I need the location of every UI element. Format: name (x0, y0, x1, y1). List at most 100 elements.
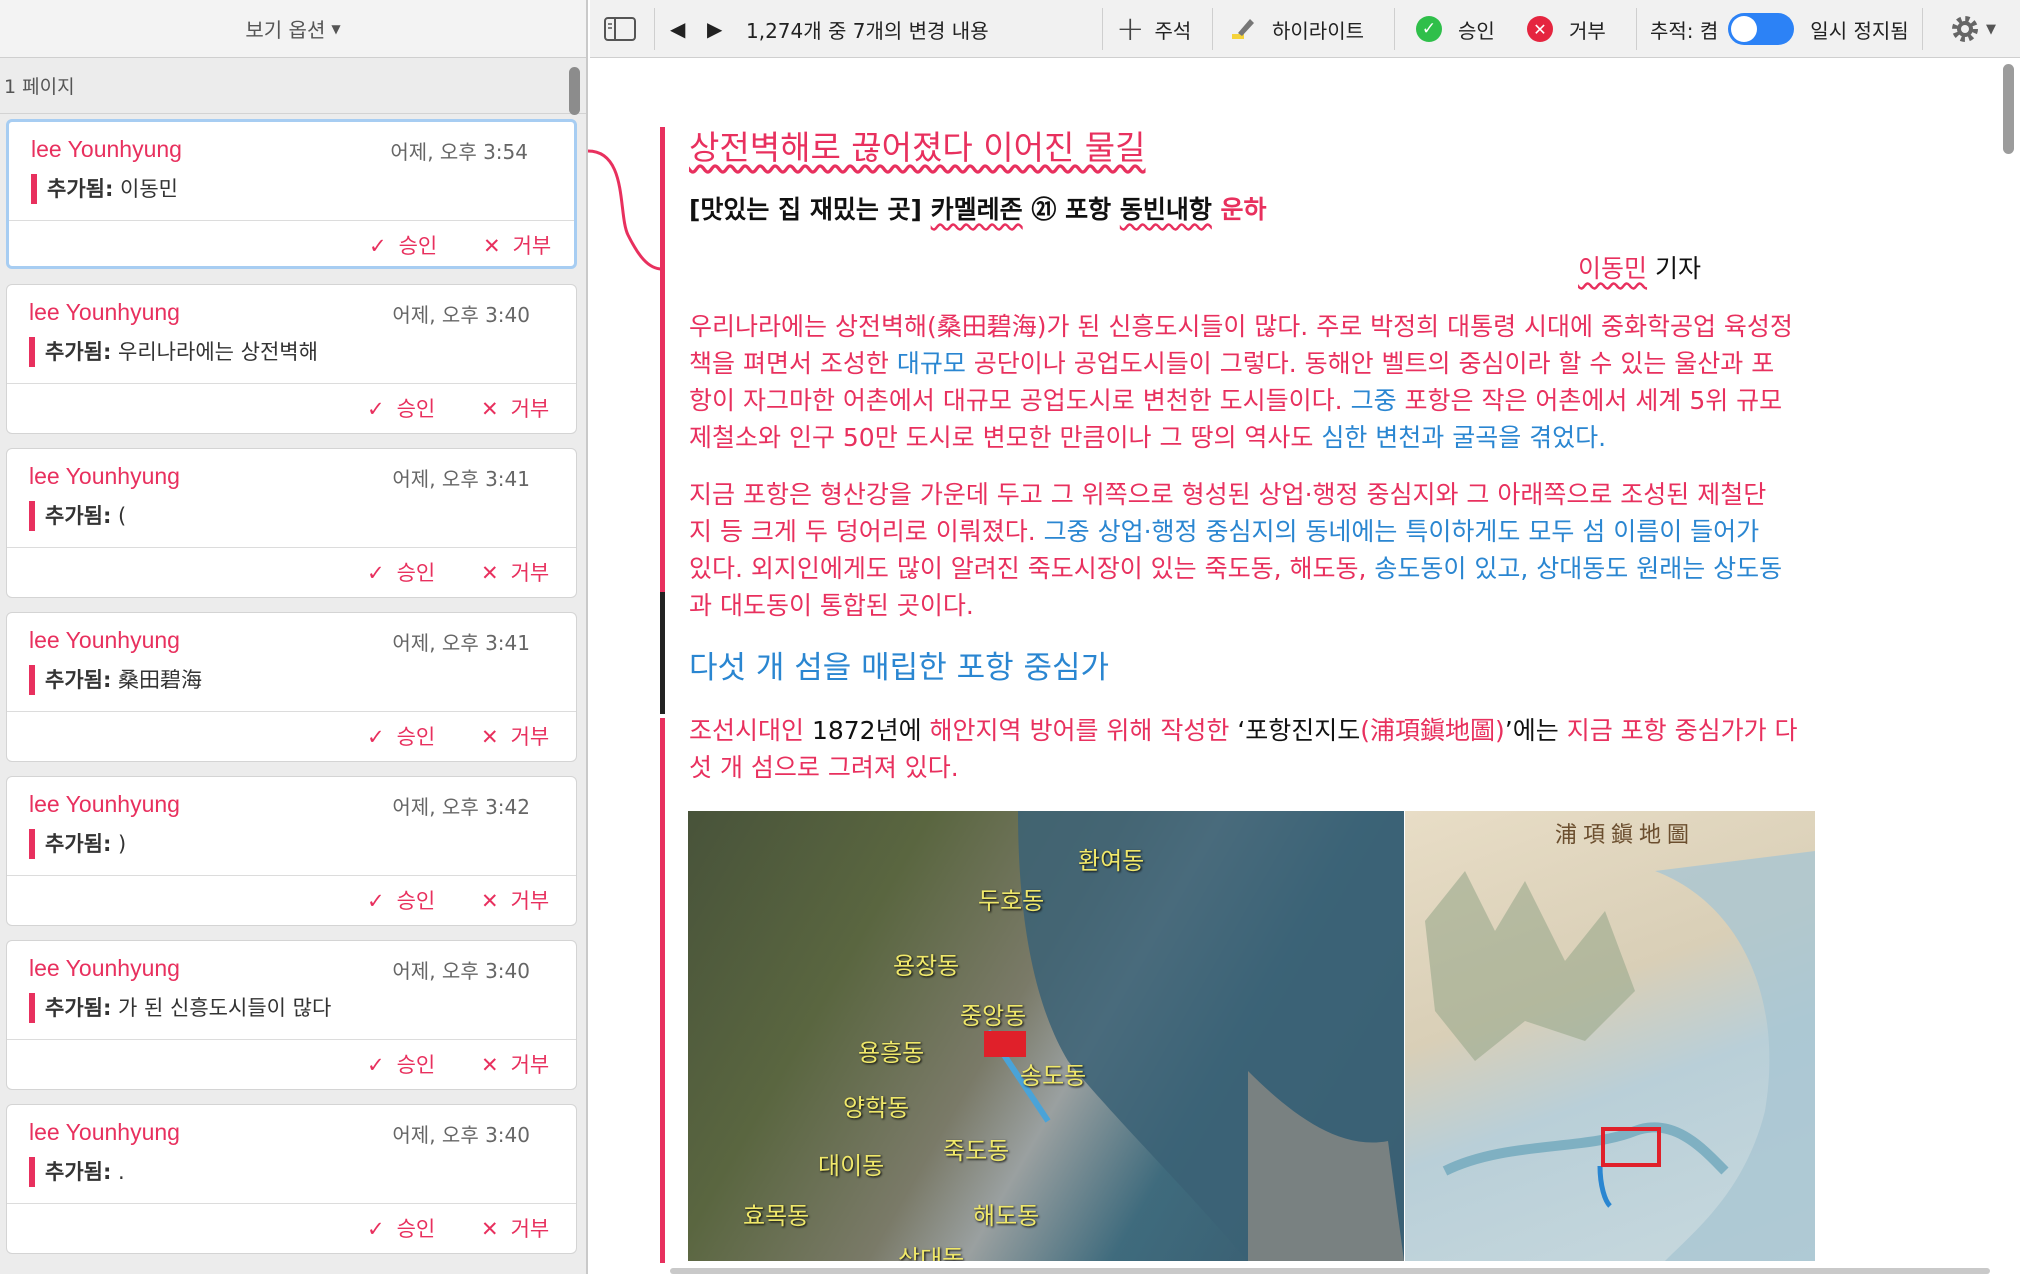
subtitle-place: 동빈내항 (1119, 195, 1212, 224)
map-label: 효목동 (743, 1202, 810, 1230)
change-card[interactable]: lee Younhyung 어제, 오후 3:41 추가됨: ( ✓ 승인 ✕ 거부 (6, 448, 577, 598)
document-horizontal-scrollbar[interactable] (670, 1268, 1990, 1274)
highlight-box (1601, 1127, 1661, 1167)
change-author: lee Younhyung (29, 1119, 180, 1145)
added-label: 추가됨: (45, 340, 112, 364)
approve-button[interactable]: ✓ 승인 (367, 885, 435, 915)
paragraph-line: 지 등 크게 두 덩어리로 이뤄졌다. 그중 상업·행정 중심지의 동네에는 특… (689, 513, 1819, 550)
view-options-button[interactable]: 보기 옵션 ▼ (0, 0, 586, 58)
map-label: 용장동 (893, 952, 960, 980)
tracking-toggle[interactable] (1728, 13, 1795, 45)
reject-button[interactable]: ✕ 거부 (481, 721, 549, 751)
reject-label: 거부 (510, 1053, 550, 1077)
subtitle-camelezone: 카멜레존 (930, 195, 1023, 224)
change-time: 어제, 오후 3:41 (392, 631, 530, 655)
change-card[interactable]: lee Younhyung 어제, 오후 3:40 추가됨: . ✓ 승인 ✕ 거부 (6, 1104, 577, 1254)
highlight-button[interactable]: 하이라이트 (1230, 0, 1364, 58)
change-bar (660, 592, 665, 714)
plus-icon: + (1116, 9, 1145, 49)
approve-button[interactable]: ✓ 승인 (369, 230, 437, 260)
reject-button[interactable]: ✕ 거부 (481, 1049, 549, 1079)
paragraph-line: 섯 개 섬으로 그려져 있다. (689, 753, 959, 782)
change-author: lee Younhyung (29, 299, 180, 325)
text-run: ’에는 (1504, 716, 1559, 745)
approve-button[interactable]: ✓ 승인 (367, 1049, 435, 1079)
reject-button[interactable]: ✕ 거부 (481, 885, 549, 915)
byline-role: 기자 (1647, 254, 1701, 283)
change-summary: 추가됨: 우리나라에는 상전벽해 (29, 337, 318, 367)
reject-button[interactable]: ✕ 거부 (481, 557, 549, 587)
approve-label: 승인 (1458, 18, 1495, 43)
map-label: 중앙동 (960, 1002, 1027, 1030)
approve-label: 승인 (396, 1053, 436, 1077)
change-summary: 추가됨: 이동민 (31, 174, 178, 204)
historic-map-drawing (1425, 851, 1815, 1261)
change-card[interactable]: lee Younhyung 어제, 오후 3:40 추가됨: 우리나라에는 상전… (6, 284, 577, 434)
map-label: 상대동 (898, 1245, 965, 1261)
x-icon: ✕ (481, 725, 499, 749)
byline: 이동민 기자 (689, 250, 1819, 287)
approve-button[interactable]: ✓ 승인 (367, 721, 435, 751)
reject-button[interactable]: ✕ 거부 (483, 230, 551, 260)
approve-all-button[interactable]: ✓ 승인 (1416, 0, 1495, 58)
check-icon: ✓ (369, 234, 387, 258)
change-time: 어제, 오후 3:54 (390, 140, 528, 164)
change-time: 어제, 오후 3:40 (392, 1123, 530, 1147)
settings-button[interactable]: ▼ (1948, 0, 1996, 58)
sidebar-toggle-button[interactable] (604, 0, 636, 58)
x-icon: ✕ (481, 1053, 499, 1077)
reject-all-button[interactable]: ✕ 거부 (1527, 0, 1606, 58)
change-card[interactable]: lee Younhyung 어제, 오후 3:40 추가됨: 가 된 신흥도시들… (6, 940, 577, 1090)
change-summary: 추가됨: 桑田碧海 (29, 665, 202, 695)
approve-button[interactable]: ✓ 승인 (367, 393, 435, 423)
map-label: 송도동 (1020, 1062, 1087, 1090)
x-icon: ✕ (481, 397, 499, 421)
paragraph-line: 제철소와 인구 50만 도시로 변모한 만큼이나 그 땅의 역사도 심한 변천과… (689, 419, 1819, 456)
toolbar-divider (1102, 8, 1103, 50)
approve-label: 승인 (396, 397, 436, 421)
sidebar-scrollbar[interactable] (569, 67, 580, 115)
approve-button[interactable]: ✓ 승인 (367, 1213, 435, 1243)
page-label: 1 페이지 (0, 58, 586, 114)
paragraph-line: 책을 펴면서 조성한 대규모 공단이나 공업도시들이 그렇다. 동해안 벨트의 … (689, 345, 1819, 382)
previous-change-button[interactable]: ◀ (670, 0, 685, 58)
text-run: 심한 변천과 굴곡을 겪었다. (1321, 423, 1607, 452)
next-change-button[interactable]: ▶ (707, 0, 722, 58)
text-run: 조선시대인 (689, 716, 812, 745)
card-divider (7, 1203, 576, 1204)
text-run: 지 등 크게 두 덩어리로 이뤄졌다. (689, 517, 1044, 546)
text-run: 있다. 외지인에게도 많이 알려진 죽도시장이 있는 죽도동, 해도동, (689, 554, 1375, 583)
title-text: 상전벽해로 끊어졌다 이어진 물길 (689, 128, 1146, 167)
text-run: (浦項鎭地圖) (1360, 716, 1505, 745)
paragraph-3: 조선시대인 1872년에 해안지역 방어를 위해 작성한 ‘포항진지도(浦項鎭地… (689, 712, 1819, 786)
text-run: ‘포항진지도 (1237, 716, 1361, 745)
x-icon: ✕ (481, 1217, 499, 1241)
change-summary: 추가됨: ) (29, 829, 126, 859)
document-scrollbar[interactable] (2003, 64, 2014, 154)
change-card[interactable]: lee Younhyung 어제, 오후 3:41 추가됨: 桑田碧海 ✓ 승인 … (6, 612, 577, 762)
comment-button[interactable]: + 주석 (1116, 0, 1191, 58)
change-card[interactable]: lee Younhyung 어제, 오후 3:54 추가됨: 이동민 ✓ 승인 ✕… (6, 119, 577, 269)
gear-icon (1952, 16, 1978, 42)
change-text: 이동민 (120, 177, 179, 201)
change-text: 桑田碧海 (118, 668, 203, 692)
review-toolbar: ◀ ▶ 1,274개 중 7개의 변경 내용 + 주석 하이라이트 ✓ 승인 ✕ 거부… (590, 0, 2020, 58)
change-time: 어제, 오후 3:40 (392, 959, 530, 983)
comment-label: 주석 (1154, 18, 1192, 43)
change-time: 어제, 오후 3:41 (392, 467, 530, 491)
map-label: 해도동 (973, 1202, 1040, 1230)
toggle-knob (1731, 16, 1758, 42)
x-icon: ✕ (483, 234, 501, 258)
reject-label: 거부 (1569, 18, 1606, 43)
reject-button[interactable]: ✕ 거부 (481, 393, 549, 423)
change-author: lee Younhyung (29, 463, 180, 489)
approve-button[interactable]: ✓ 승인 (367, 557, 435, 587)
paused-label: 일시 정지됨 (1810, 18, 1909, 43)
paragraph-line: 지금 포항은 형산강을 가운데 두고 그 위쪽으로 형성된 상업·행정 중심지와… (689, 480, 1767, 509)
reject-button[interactable]: ✕ 거부 (481, 1213, 549, 1243)
historic-map-image: 浦項鎭地圖 (1405, 811, 1815, 1261)
tracking-label: 추적: 켬 (1650, 18, 1719, 43)
reject-label: 거부 (510, 561, 550, 585)
change-card[interactable]: lee Younhyung 어제, 오후 3:42 추가됨: ) ✓ 승인 ✕ 거부 (6, 776, 577, 926)
toolbar-divider (654, 8, 655, 50)
